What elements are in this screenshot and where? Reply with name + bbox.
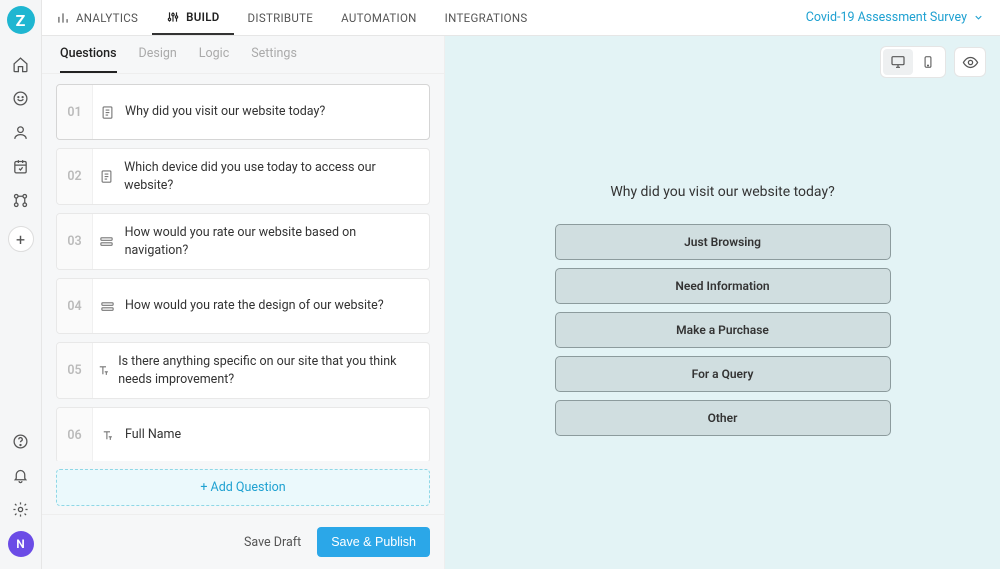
question-number: 01 xyxy=(57,85,93,139)
preview-option[interactable]: For a Query xyxy=(555,356,891,392)
tab-analytics[interactable]: ANALYTICS xyxy=(42,0,152,35)
save-publish-button[interactable]: Save & Publish xyxy=(317,527,430,557)
desktop-view-button[interactable] xyxy=(883,49,913,75)
question-card[interactable]: 01 Why did you visit our website today? xyxy=(56,84,430,140)
bell-icon[interactable] xyxy=(9,463,33,487)
text-icon xyxy=(93,428,121,443)
help-icon[interactable] xyxy=(9,429,33,453)
mobile-view-button[interactable] xyxy=(913,49,943,75)
workflow-icon[interactable] xyxy=(9,188,33,212)
question-card[interactable]: 04 How would you rate the design of our … xyxy=(56,278,430,334)
scale-icon xyxy=(93,234,121,249)
subtab-logic[interactable]: Logic xyxy=(199,46,229,73)
question-card[interactable]: 05 Is there anything specific on our sit… xyxy=(56,342,430,399)
preview-option[interactable]: Other xyxy=(555,400,891,436)
question-number: 05 xyxy=(57,343,93,398)
question-number: 02 xyxy=(57,149,93,204)
scale-icon xyxy=(93,299,121,314)
avatar[interactable]: N xyxy=(8,531,34,557)
sliders-icon xyxy=(166,10,180,24)
tab-label: DISTRIBUTE xyxy=(248,11,314,25)
add-question-button[interactable]: + Add Question xyxy=(56,469,430,506)
question-card[interactable]: 06 Full Name xyxy=(56,407,430,461)
tab-automation[interactable]: AUTOMATION xyxy=(327,0,431,35)
app-logo[interactable]: Z xyxy=(7,6,35,34)
question-text: Which device did you use today to access… xyxy=(120,149,429,204)
text-icon xyxy=(93,363,114,378)
survey-dropdown[interactable]: Covid-19 Assessment Survey xyxy=(806,0,1000,35)
home-icon[interactable] xyxy=(9,52,33,76)
chat-icon[interactable] xyxy=(9,86,33,110)
tab-label: BUILD xyxy=(186,10,219,24)
question-card[interactable]: 03 How would you rate our website based … xyxy=(56,213,430,270)
subtab-design[interactable]: Design xyxy=(139,46,177,73)
calendar-icon[interactable] xyxy=(9,154,33,178)
question-text: Why did you visit our website today? xyxy=(121,93,335,131)
save-draft-button[interactable]: Save Draft xyxy=(244,535,301,550)
bar-chart-icon xyxy=(56,11,70,25)
survey-name: Covid-19 Assessment Survey xyxy=(806,10,967,25)
preview-option[interactable]: Need Information xyxy=(555,268,891,304)
question-number: 03 xyxy=(57,214,93,269)
preview-question-title: Why did you visit our website today? xyxy=(610,184,834,200)
preview-option[interactable]: Make a Purchase xyxy=(555,312,891,348)
chevron-down-icon xyxy=(973,12,984,23)
tab-label: INTEGRATIONS xyxy=(445,11,528,25)
question-text: Full Name xyxy=(121,416,191,454)
document-icon xyxy=(93,105,121,120)
tab-label: ANALYTICS xyxy=(76,11,138,25)
question-text: How would you rate our website based on … xyxy=(121,214,429,269)
preview-option[interactable]: Just Browsing xyxy=(555,224,891,260)
tab-build[interactable]: BUILD xyxy=(152,0,233,35)
question-number: 04 xyxy=(57,279,93,333)
tab-integrations[interactable]: INTEGRATIONS xyxy=(431,0,542,35)
question-text: Is there anything specific on our site t… xyxy=(114,343,429,398)
question-number: 06 xyxy=(57,408,93,461)
question-text: How would you rate the design of our web… xyxy=(121,287,394,325)
preview-button[interactable] xyxy=(954,47,986,77)
user-icon[interactable] xyxy=(9,120,33,144)
document-icon xyxy=(93,169,120,184)
subtab-settings[interactable]: Settings xyxy=(251,46,297,73)
question-card[interactable]: 02 Which device did you use today to acc… xyxy=(56,148,430,205)
gear-icon[interactable] xyxy=(9,497,33,521)
subtab-questions[interactable]: Questions xyxy=(60,46,117,73)
add-icon[interactable]: + xyxy=(8,226,34,252)
tab-label: AUTOMATION xyxy=(341,11,417,25)
tab-distribute[interactable]: DISTRIBUTE xyxy=(234,0,328,35)
